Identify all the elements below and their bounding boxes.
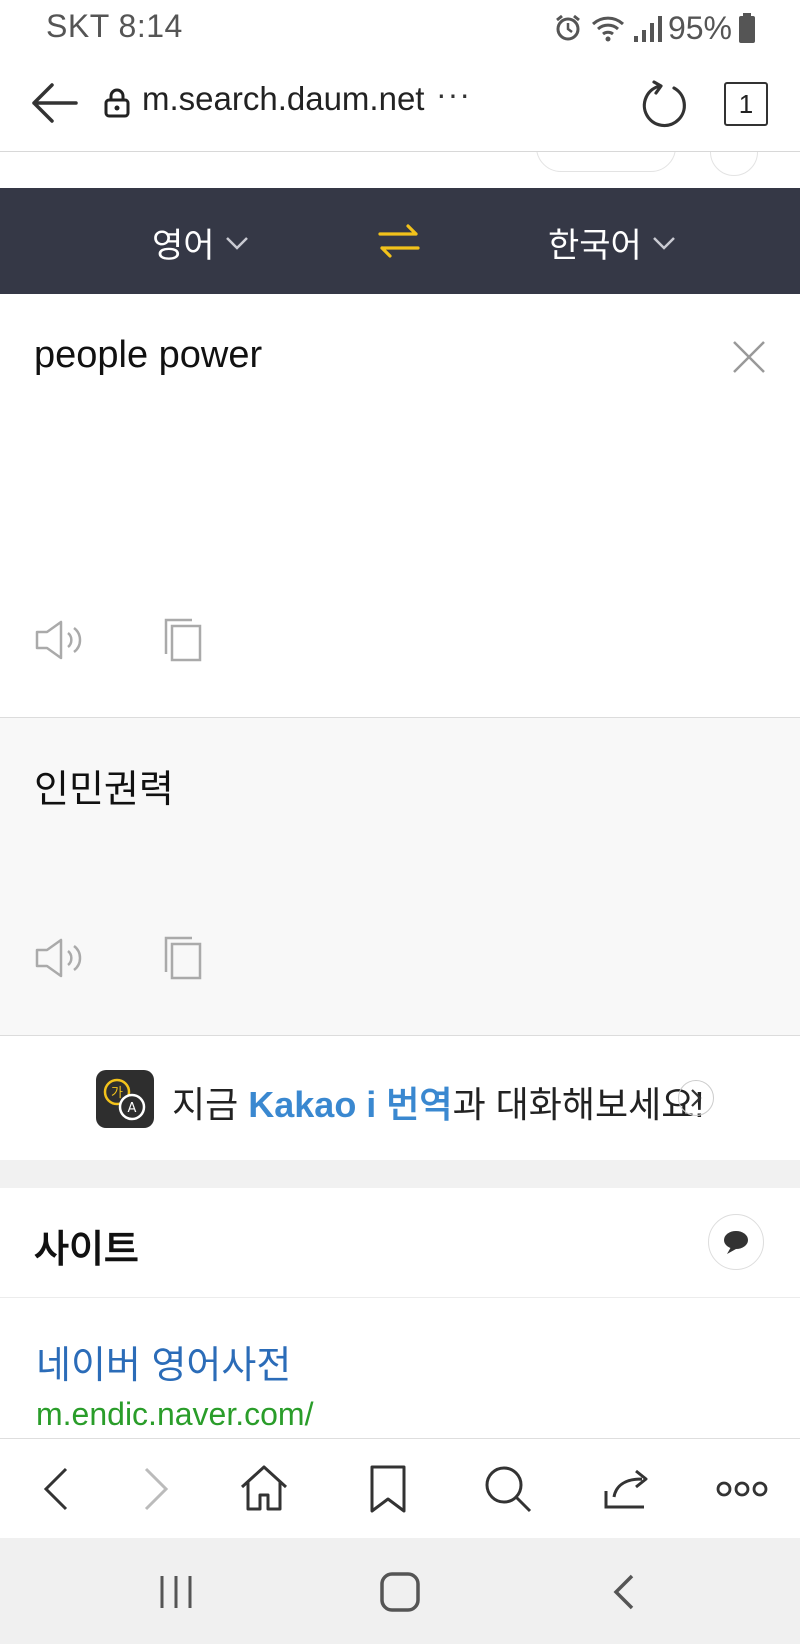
promo-highlight: Kakao i 번역 <box>248 1084 453 1125</box>
home-icon <box>240 1465 288 1511</box>
copy-icon <box>164 936 202 980</box>
promo-arrow-button[interactable] <box>678 1080 714 1116</box>
chevron-right-icon <box>691 1089 702 1107</box>
speaker-icon <box>35 620 82 660</box>
tab-count-button[interactable]: 1 <box>724 82 768 126</box>
back-chevron-icon <box>613 1574 634 1610</box>
system-navigation-bar <box>0 1538 800 1644</box>
promo-message: 지금 Kakao i 번역과 대화해보세요! <box>172 1076 704 1128</box>
bookmark-icon <box>370 1465 406 1513</box>
kakao-translate-app-icon: 가 A <box>96 1070 154 1128</box>
result-listen-button[interactable] <box>34 936 86 980</box>
result-url: m.endic.naver.com/ <box>36 1396 314 1432</box>
reload-button[interactable] <box>640 78 692 130</box>
signal-icon <box>632 12 662 44</box>
chevron-left-icon <box>43 1467 68 1511</box>
scrolled-pill-outline <box>536 152 676 172</box>
search-icon <box>485 1466 532 1513</box>
close-icon <box>733 341 765 373</box>
translation-result-panel: 인민권력 <box>0 718 800 1036</box>
more-dots-icon <box>716 1481 768 1497</box>
search-button[interactable] <box>480 1461 536 1517</box>
chevron-right-icon <box>144 1467 169 1511</box>
share-button[interactable] <box>600 1461 656 1517</box>
status-bar: SKT 8:14 95% <box>0 0 800 54</box>
target-language-dropdown[interactable]: 한국어 <box>548 218 676 267</box>
scrolled-circle-outline <box>710 152 758 176</box>
scrolled-content-edge <box>0 152 800 188</box>
kakao-translate-promo[interactable]: 가 A 지금 Kakao i 번역과 대화해보세요! <box>0 1036 800 1160</box>
home-button[interactable] <box>236 1461 292 1517</box>
chevron-down-icon <box>225 236 248 250</box>
source-text-panel: people power <box>0 294 800 718</box>
app-icon-glyph-bottom: A <box>128 1101 137 1116</box>
source-language-dropdown[interactable]: 영어 <box>152 218 249 267</box>
site-result-item: 네이버 영어사전 m.endic.naver.com/ <box>0 1298 800 1438</box>
battery-percent: 95% <box>667 9 732 46</box>
swap-arrows-icon <box>378 224 420 258</box>
arrow-left-icon <box>32 83 78 123</box>
home-square-icon <box>380 1572 420 1612</box>
browser-back-button[interactable] <box>28 76 82 130</box>
promo-suffix: 과 대화해보세요! <box>452 1084 705 1125</box>
wifi-icon <box>590 12 626 44</box>
more-menu-button[interactable] <box>714 1461 770 1517</box>
site-section-header: 사이트 <box>0 1188 800 1298</box>
site-section-title: 사이트 <box>34 1229 139 1271</box>
browser-url-bar: m.search.daum.net ··· 1 <box>0 54 800 152</box>
source-copy-button[interactable] <box>164 618 204 662</box>
browser-toolbar <box>0 1438 800 1538</box>
battery-icon <box>738 13 756 43</box>
recent-apps-icon <box>160 1576 192 1608</box>
system-home-button[interactable] <box>372 1568 428 1616</box>
url-more-indicator: ··· <box>436 76 471 112</box>
speech-bubble-icon <box>724 1231 748 1254</box>
section-divider <box>0 1160 800 1188</box>
alarm-icon <box>552 12 584 44</box>
promo-prefix: 지금 <box>172 1084 249 1125</box>
speaker-icon <box>35 938 82 978</box>
url-address[interactable]: m.search.daum.net <box>142 80 424 118</box>
bookmarks-button[interactable] <box>360 1461 416 1517</box>
app-icon-glyph-top: 가 <box>111 1086 123 1101</box>
back-button[interactable] <box>30 1461 86 1517</box>
reload-icon <box>642 80 686 128</box>
carrier-time: SKT 8:14 <box>46 8 183 44</box>
source-listen-button[interactable] <box>34 618 86 662</box>
lock-icon <box>104 88 130 123</box>
copy-icon <box>164 618 202 662</box>
source-text-input[interactable]: people power <box>34 334 262 377</box>
swap-languages-button[interactable] <box>376 218 422 264</box>
forward-button[interactable] <box>126 1461 182 1517</box>
recent-apps-button[interactable] <box>148 1568 204 1616</box>
result-copy-button[interactable] <box>164 936 204 980</box>
status-icons: 95% <box>552 8 756 48</box>
feedback-button[interactable] <box>708 1214 764 1270</box>
chevron-down-icon <box>652 236 675 250</box>
result-title-link[interactable]: 네이버 영어사전 <box>36 1334 291 1389</box>
translation-result-text: 인민권력 <box>34 769 174 811</box>
clear-text-button[interactable] <box>730 338 768 376</box>
language-selector-bar: 영어 한국어 <box>0 188 800 294</box>
target-language-label: 한국어 <box>548 227 642 265</box>
share-icon <box>604 1469 648 1509</box>
source-language-label: 영어 <box>152 227 215 265</box>
system-back-button[interactable] <box>596 1568 652 1616</box>
